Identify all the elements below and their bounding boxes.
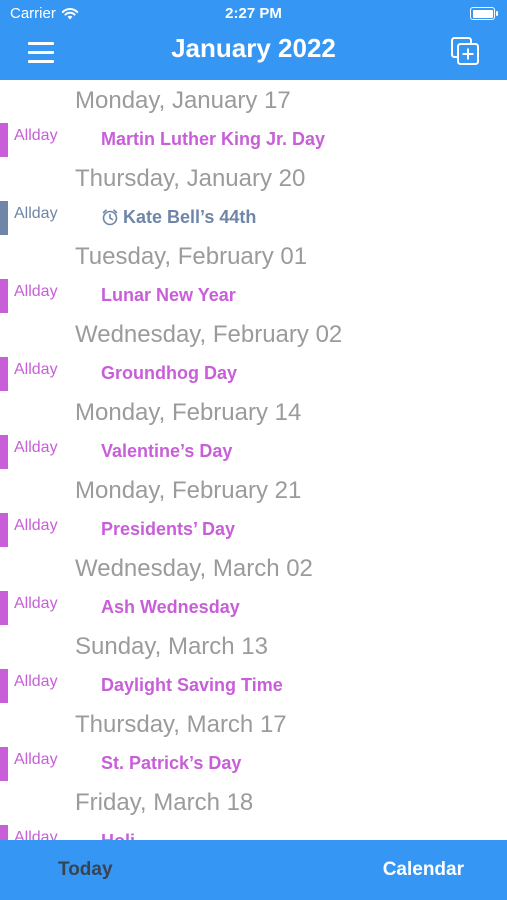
event-color-bar (0, 747, 8, 781)
day-section: Wednesday, February 02 Allday Groundhog Da… (0, 314, 507, 392)
app-header: Carrier 2:27 PM January 2022 (0, 0, 507, 80)
date-header: Thursday, March 17 (75, 711, 287, 738)
day-section: Friday, March 18 Allday Holi (0, 782, 507, 840)
day-section: Monday, February 21 Allday Presidents’ Day (0, 470, 507, 548)
event-color-bar (0, 513, 8, 547)
date-header: Tuesday, February 01 (75, 243, 308, 270)
add-event-icon[interactable] (450, 36, 480, 66)
calendar-button[interactable]: Calendar (383, 859, 464, 881)
allday-label: Allday (14, 517, 58, 534)
allday-label: Allday (14, 439, 58, 456)
event-color-bar (0, 825, 8, 840)
allday-label: Allday (14, 361, 58, 378)
allday-label: Allday (14, 751, 58, 768)
event-color-bar (0, 357, 8, 391)
status-bar: Carrier 2:27 PM (0, 0, 507, 28)
allday-label: Allday (14, 829, 58, 840)
allday-label: Allday (14, 127, 58, 144)
event-color-bar (0, 669, 8, 703)
page-title[interactable]: January 2022 (0, 33, 507, 64)
event-color-bar (0, 123, 8, 157)
event-title[interactable]: Valentine’s Day (101, 441, 232, 462)
day-section: Wednesday, March 02 Allday Ash Wednesday (0, 548, 507, 626)
day-section: Tuesday, February 01 Allday Lunar New Year (0, 236, 507, 314)
date-header: Monday, February 14 (75, 399, 302, 426)
event-title[interactable]: Kate Bell’s 44th (123, 207, 256, 228)
date-header: Friday, March 18 (75, 789, 254, 816)
event-title[interactable]: Martin Luther King Jr. Day (101, 129, 325, 150)
event-color-bar (0, 201, 8, 235)
day-section: Thursday, January 20 Allday Kate Bell’s 44… (0, 158, 507, 236)
event-color-bar (0, 435, 8, 469)
date-header: Monday, February 21 (75, 477, 302, 504)
event-title[interactable]: Holi (101, 831, 135, 840)
battery-icon (470, 7, 498, 20)
today-button[interactable]: Today (58, 859, 113, 881)
allday-label: Allday (14, 673, 58, 690)
allday-label: Allday (14, 595, 58, 612)
date-header: Wednesday, March 02 (75, 555, 313, 582)
bottom-toolbar: Today Calendar (0, 840, 507, 900)
alarm-clock-icon (102, 209, 118, 226)
date-header: Sunday, March 13 (75, 633, 268, 660)
date-header: Thursday, January 20 (75, 165, 306, 192)
event-list[interactable]: Monday, January 17 Allday Martin Luther Ki… (0, 80, 507, 840)
allday-label: Allday (14, 205, 58, 222)
event-title[interactable]: Daylight Saving Time (101, 675, 283, 696)
allday-label: Allday (14, 283, 58, 300)
event-title[interactable]: Lunar New Year (101, 285, 236, 306)
day-section: Monday, February 14 Allday Valentine’s Day (0, 392, 507, 470)
event-title[interactable]: Presidents’ Day (101, 519, 235, 540)
event-title[interactable]: Ash Wednesday (101, 597, 240, 618)
date-header: Monday, January 17 (75, 87, 291, 114)
event-color-bar (0, 279, 8, 313)
event-color-bar (0, 591, 8, 625)
event-title[interactable]: Groundhog Day (101, 363, 237, 384)
day-section: Sunday, March 13 Allday Daylight Saving Ti… (0, 626, 507, 704)
event-title[interactable]: St. Patrick’s Day (101, 753, 241, 774)
day-section: Thursday, March 17 Allday St. Patrick’s Da… (0, 704, 507, 782)
date-header: Wednesday, February 02 (75, 321, 343, 348)
day-section: Monday, January 17 Allday Martin Luther Ki… (0, 80, 507, 158)
status-time: 2:27 PM (225, 5, 282, 22)
